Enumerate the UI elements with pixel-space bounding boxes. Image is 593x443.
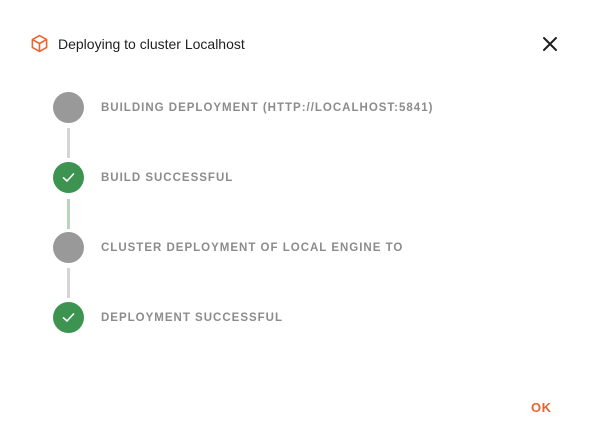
step-building-deployment: BUILDING DEPLOYMENT (HTTP://LOCALHOST:58…: [53, 92, 553, 124]
step-label: BUILD SUCCESSFUL: [101, 172, 234, 184]
close-button[interactable]: [539, 33, 561, 55]
step-label: DEPLOYMENT SUCCESSFUL: [101, 312, 284, 324]
step-connector: [67, 128, 70, 158]
package-cube-icon: [30, 34, 49, 53]
ok-button[interactable]: OK: [523, 396, 560, 418]
step-deployment-successful: DEPLOYMENT SUCCESSFUL: [53, 302, 553, 334]
step-label: BUILDING DEPLOYMENT (HTTP://LOCALHOST:58…: [101, 102, 434, 114]
step-build-successful: BUILD SUCCESSFUL: [53, 162, 553, 194]
step-cluster-deployment: CLUSTER DEPLOYMENT OF LOCAL ENGINE TO: [53, 232, 553, 264]
step-connector: [67, 268, 70, 298]
step-connector: [67, 199, 70, 229]
close-icon: [539, 33, 561, 55]
step-pending-indicator: [53, 232, 84, 263]
step-label: CLUSTER DEPLOYMENT OF LOCAL ENGINE TO: [101, 242, 404, 254]
step-done-indicator: [53, 302, 84, 333]
step-done-indicator: [53, 162, 84, 193]
dialog-header: Deploying to cluster Localhost: [30, 33, 563, 55]
step-pending-indicator: [53, 92, 84, 123]
dialog-title: Deploying to cluster Localhost: [58, 36, 245, 52]
deploy-dialog: Deploying to cluster Localhost BUILDING …: [0, 0, 593, 443]
